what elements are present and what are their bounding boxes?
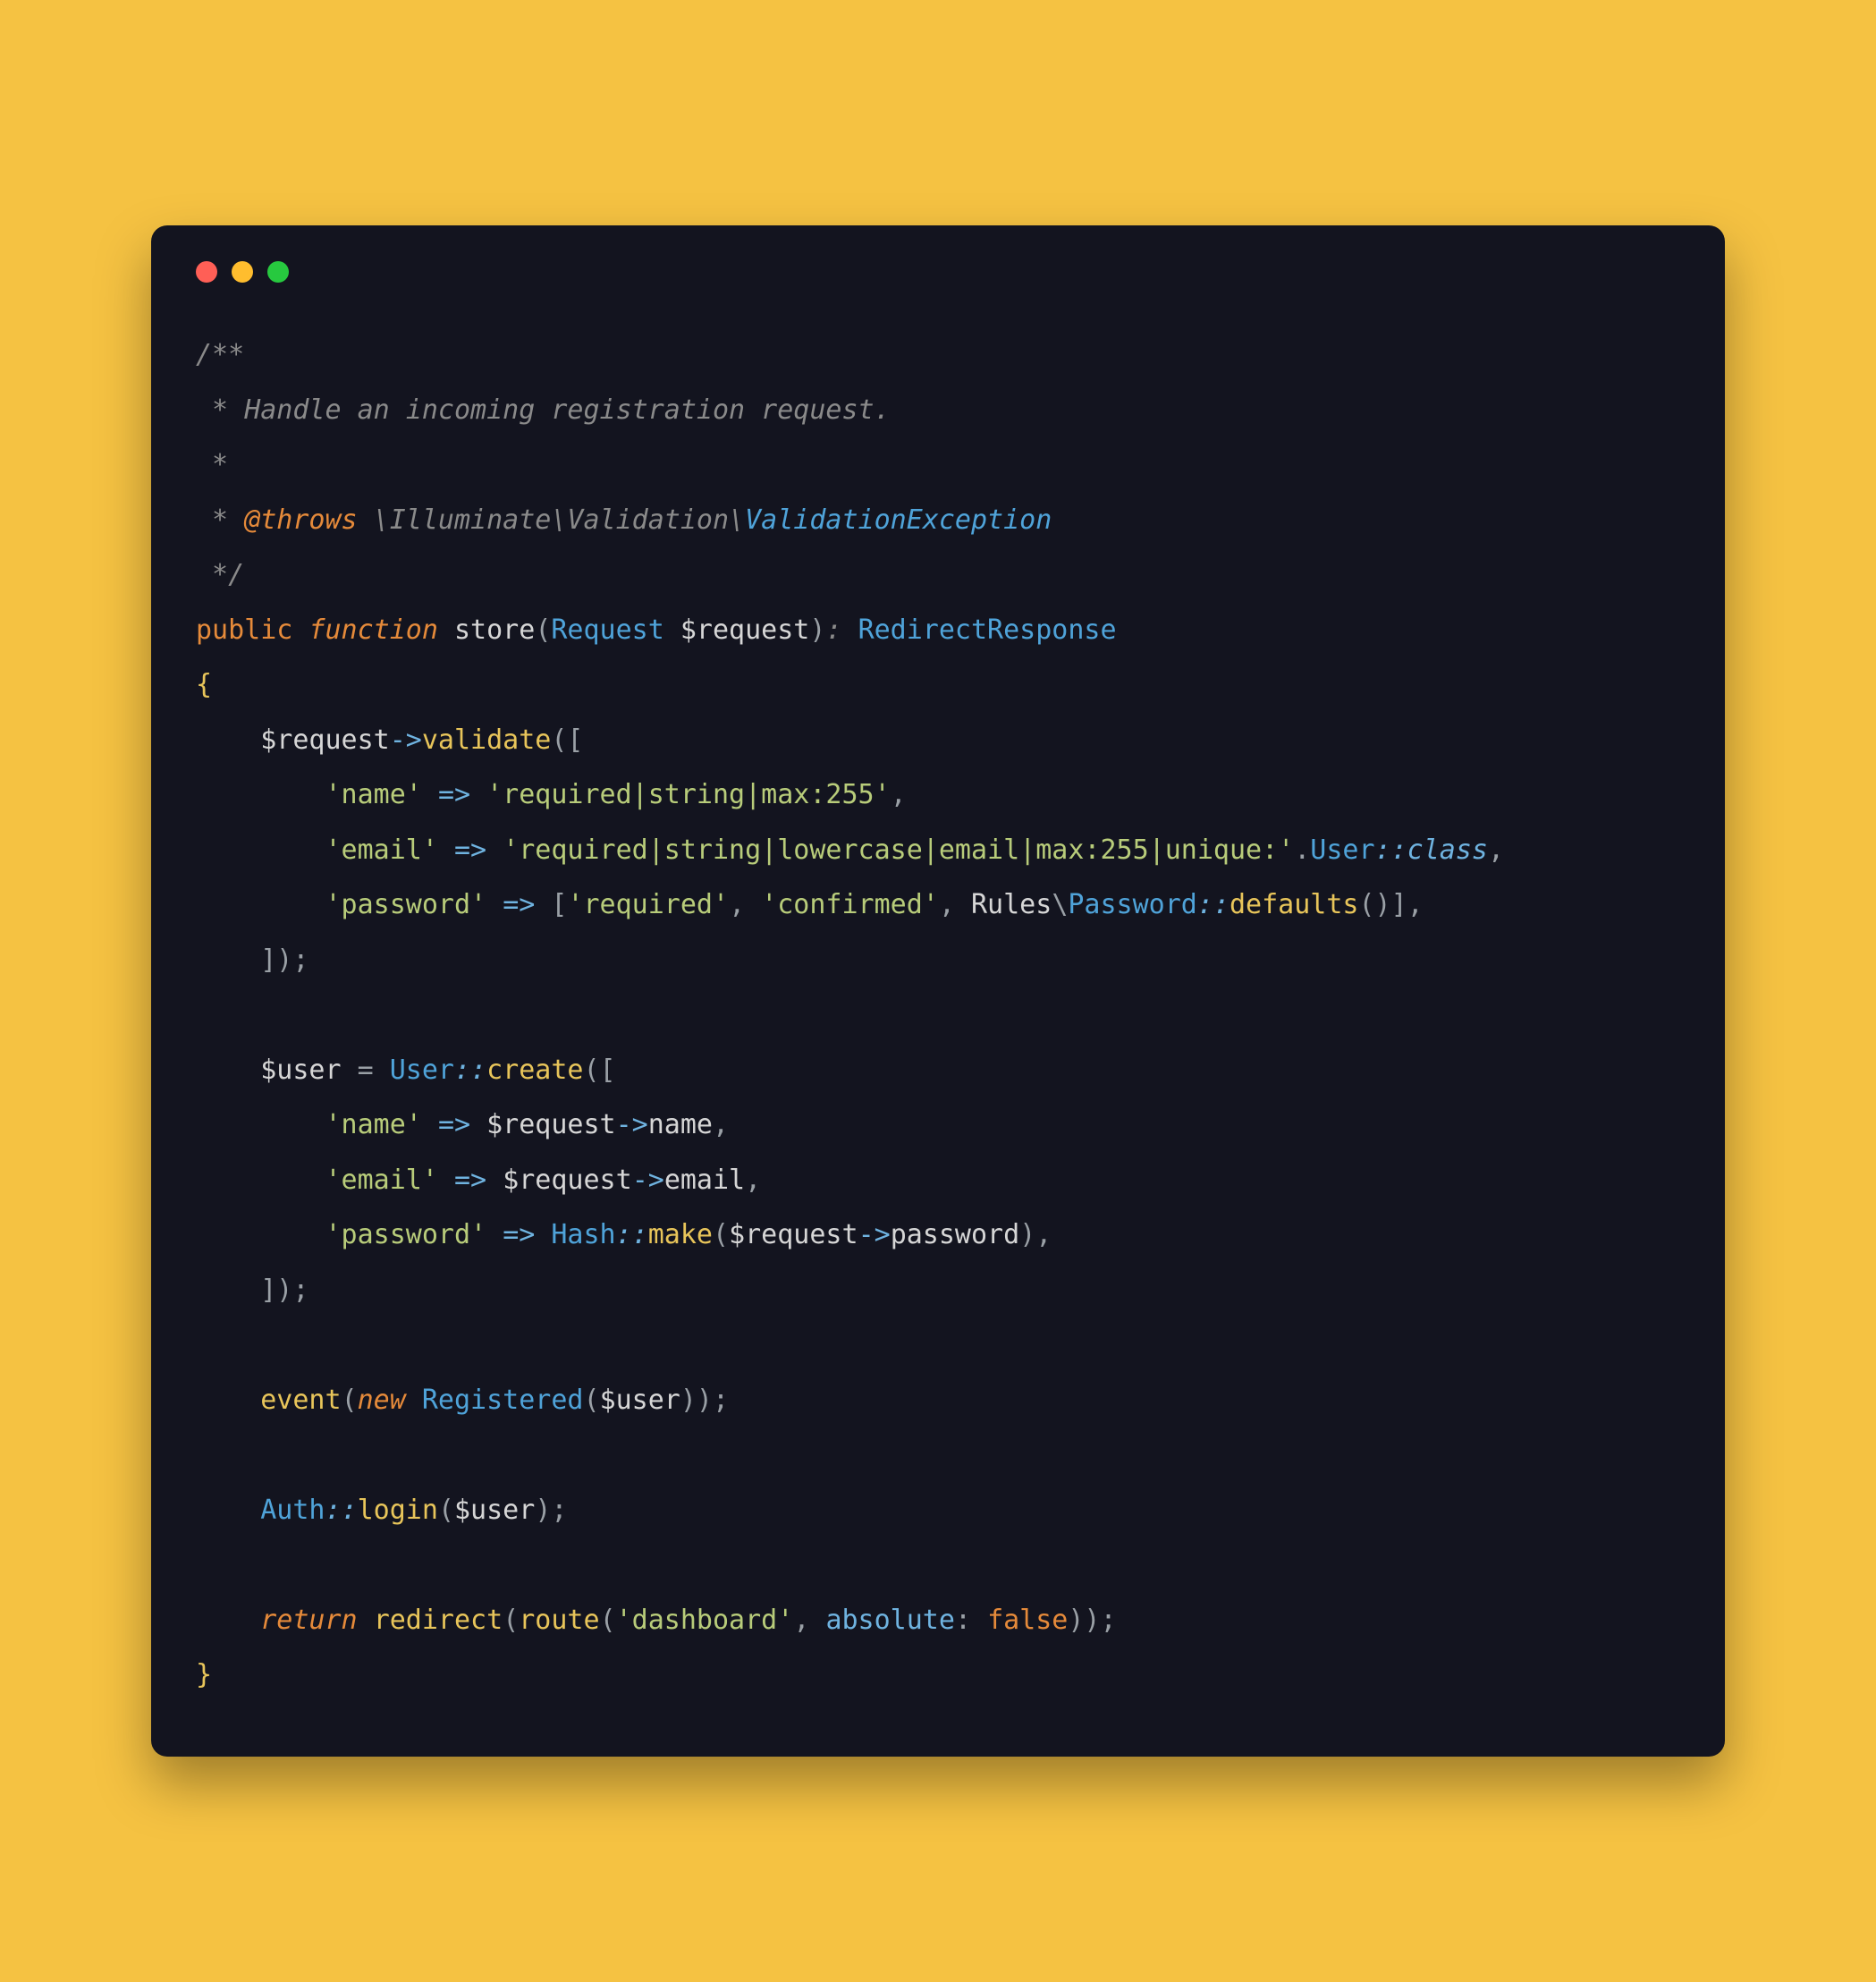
- comment-open: /**: [196, 339, 244, 370]
- window-controls: [196, 261, 1680, 283]
- code-window: /** * Handle an incoming registration re…: [151, 225, 1725, 1757]
- val-confirmed: 'confirmed': [761, 889, 939, 920]
- comment-blank: *: [196, 449, 228, 480]
- named-arg-absolute: absolute: [825, 1605, 955, 1636]
- class-password: Password: [1068, 889, 1197, 920]
- class-auth: Auth: [260, 1495, 325, 1526]
- comment-prefix: *: [196, 504, 244, 536]
- kw-class: class: [1407, 834, 1488, 866]
- class-hash: Hash: [551, 1219, 615, 1250]
- code-block: /** * Handle an incoming registration re…: [196, 327, 1680, 1703]
- val-dashboard: 'dashboard': [616, 1605, 794, 1636]
- key-email: 'email': [325, 1165, 438, 1196]
- ns-rules: Rules: [971, 889, 1052, 920]
- method-defaults: defaults: [1230, 889, 1359, 920]
- kw-function: function: [308, 614, 438, 646]
- doc-exception: ValidationException: [745, 504, 1052, 536]
- val-required: 'required': [567, 889, 729, 920]
- minimize-icon[interactable]: [232, 261, 253, 283]
- key-email: 'email': [325, 834, 438, 866]
- class-user: User: [1310, 834, 1374, 866]
- comment-prefix: *: [196, 394, 244, 426]
- prop-password: password: [891, 1219, 1020, 1250]
- fn-store: store: [454, 614, 535, 646]
- comment-desc: Handle an incoming registration request.: [244, 394, 890, 426]
- param-request: $request: [680, 614, 810, 646]
- brace-open: {: [196, 669, 212, 700]
- comment-close: */: [196, 559, 244, 590]
- close-icon[interactable]: [196, 261, 217, 283]
- kw-new: new: [358, 1385, 406, 1416]
- method-validate: validate: [422, 724, 552, 756]
- type-request: Request: [551, 614, 663, 646]
- key-password: 'password': [325, 889, 487, 920]
- maximize-icon[interactable]: [267, 261, 289, 283]
- method-login: login: [358, 1495, 438, 1526]
- kw-public: public: [196, 614, 292, 646]
- doc-ns: \Illuminate\Validation\: [358, 504, 745, 536]
- kw-return: return: [260, 1605, 357, 1636]
- doc-tag: @throws: [244, 504, 357, 536]
- val-false: false: [987, 1605, 1068, 1636]
- type-redirect: RedirectResponse: [858, 614, 1117, 646]
- fn-redirect: redirect: [374, 1605, 503, 1636]
- method-create: create: [486, 1055, 583, 1086]
- prop-email: email: [664, 1165, 745, 1196]
- fn-route: route: [519, 1605, 599, 1636]
- class-user: User: [390, 1055, 454, 1086]
- method-make: make: [648, 1219, 713, 1250]
- val-email-rules: 'required|string|lowercase|email|max:255…: [503, 834, 1294, 866]
- prop-name: name: [648, 1109, 713, 1140]
- val-name-rules: 'required|string|max:255': [486, 779, 891, 810]
- fn-event: event: [260, 1385, 341, 1416]
- key-name: 'name': [325, 779, 422, 810]
- class-registered: Registered: [422, 1385, 584, 1416]
- key-password: 'password': [325, 1219, 487, 1250]
- brace-close: }: [196, 1659, 212, 1690]
- key-name: 'name': [325, 1109, 422, 1140]
- var-request: $request: [260, 724, 390, 756]
- var-user: $user: [260, 1055, 341, 1086]
